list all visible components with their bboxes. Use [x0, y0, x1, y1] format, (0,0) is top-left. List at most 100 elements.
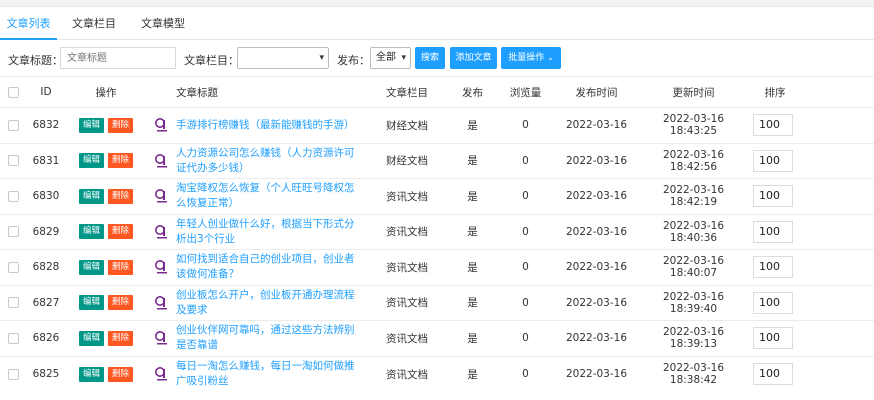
- title-search-input[interactable]: [60, 47, 176, 69]
- top-strip: [0, 0, 874, 7]
- table-row: 6826 编辑 删除 创业伙伴网可靠吗，通过这些方法辨别是否靠谱 资讯文档是 0 2022-…: [0, 320, 874, 356]
- row-id: 6825: [27, 355, 65, 392]
- edit-button[interactable]: 编辑: [78, 295, 104, 311]
- row-views: 0: [500, 249, 551, 285]
- row-views: 0: [500, 320, 551, 356]
- sort-input[interactable]: 100: [753, 149, 793, 172]
- edit-button[interactable]: 编辑: [78, 153, 104, 169]
- row-publish-time: 2022-03-16: [551, 178, 642, 214]
- sort-input[interactable]: 100: [753, 363, 793, 385]
- publish-select-value: 全部: [376, 52, 396, 63]
- column-select[interactable]: ▾: [237, 47, 329, 69]
- row-checkbox[interactable]: [0, 142, 27, 179]
- row-checkbox[interactable]: [0, 284, 27, 321]
- row-checkbox[interactable]: [0, 249, 27, 285]
- article-thumbnail-icon: [154, 330, 170, 346]
- tab-article-list[interactable]: 文章列表: [0, 8, 57, 40]
- row-column: 资讯文档: [369, 249, 445, 285]
- delete-button[interactable]: 删除: [108, 366, 134, 382]
- row-column: 财经文档: [369, 107, 445, 143]
- row-views: 0: [500, 142, 551, 179]
- delete-button[interactable]: 删除: [108, 330, 134, 346]
- table-row: 6828 编辑 删除 如何找到适合自己的创业项目，创业者该做何准备？ 资讯文档是 0 202…: [0, 249, 874, 285]
- edit-button[interactable]: 编辑: [78, 224, 104, 240]
- delete-button[interactable]: 删除: [108, 153, 134, 169]
- sort-input[interactable]: 100: [753, 114, 793, 137]
- header-title: 文章标题: [176, 76, 369, 108]
- row-update-time: 2022-03-16 18:42:56: [642, 142, 745, 179]
- article-title-link[interactable]: 如何找到适合自己的创业项目，创业者该做何准备？: [176, 249, 369, 285]
- edit-button[interactable]: 编辑: [78, 330, 104, 346]
- row-published: 是: [445, 355, 500, 392]
- article-thumbnail-icon: [154, 153, 170, 169]
- header-views: 浏览量: [500, 76, 551, 108]
- sort-input[interactable]: 100: [753, 327, 793, 350]
- edit-button[interactable]: 编辑: [78, 259, 104, 275]
- select-all-checkbox[interactable]: [0, 76, 27, 108]
- row-id: 6830: [27, 178, 65, 214]
- table-row: 6827 编辑 删除 创业板怎么开户，创业板开通办理流程及要求 资讯文档是 0 2022-0…: [0, 284, 874, 321]
- row-id: 6828: [27, 249, 65, 285]
- article-title-link[interactable]: 每日一淘怎么赚钱，每日一淘如何做推广吸引粉丝: [176, 355, 369, 392]
- sort-input[interactable]: 100: [753, 291, 793, 314]
- row-update-time: 2022-03-16 18:42:19: [642, 178, 745, 214]
- delete-button[interactable]: 删除: [108, 224, 134, 240]
- row-publish-time: 2022-03-16: [551, 142, 642, 179]
- add-article-button[interactable]: 添加文章: [450, 47, 497, 69]
- article-title-link[interactable]: 淘宝降权怎么恢复（个人旺旺号降权怎么恢复正常）: [176, 178, 369, 214]
- row-published: 是: [445, 178, 500, 214]
- row-column: 资讯文档: [369, 320, 445, 356]
- row-column: 资讯文档: [369, 213, 445, 250]
- publish-select[interactable]: 全部 ▾: [370, 47, 411, 69]
- delete-button[interactable]: 删除: [108, 117, 134, 133]
- search-button[interactable]: 搜索: [415, 47, 445, 69]
- article-title-link[interactable]: 人力资源公司怎么赚钱（人力资源许可证代办多少钱）: [176, 142, 369, 179]
- title-label: 文章标题：: [8, 54, 63, 67]
- row-id: 6827: [27, 284, 65, 321]
- article-thumbnail-icon: [154, 117, 170, 133]
- edit-button[interactable]: 编辑: [78, 188, 104, 204]
- row-update-time: 2022-03-16 18:39:13: [642, 320, 745, 356]
- article-title-link[interactable]: 年轻人创业做什么好，根据当下形式分析出3个行业: [176, 213, 369, 250]
- sort-input[interactable]: 100: [753, 256, 793, 279]
- article-title-link[interactable]: 创业板怎么开户，创业板开通办理流程及要求: [176, 284, 369, 321]
- publish-label: 发布：: [337, 54, 370, 67]
- row-checkbox[interactable]: [0, 178, 27, 214]
- batch-actions-label: 批量操作: [508, 53, 545, 63]
- sort-input[interactable]: 100: [753, 185, 793, 208]
- article-title-link[interactable]: 手游排行榜赚钱（最新能赚钱的手游）: [176, 107, 369, 143]
- sort-input[interactable]: 100: [753, 220, 793, 243]
- article-thumbnail-icon: [154, 366, 170, 382]
- row-checkbox[interactable]: [0, 320, 27, 356]
- row-update-time: 2022-03-16 18:43:25: [642, 107, 745, 143]
- row-id: 6826: [27, 320, 65, 356]
- row-checkbox[interactable]: [0, 355, 27, 392]
- row-views: 0: [500, 213, 551, 250]
- table-row: 6832 编辑 删除 手游排行榜赚钱（最新能赚钱的手游） 财经文档是 0 2022-03-1…: [0, 107, 874, 143]
- article-table: ID 操作 文章标题 文章栏目 发布 浏览量 发布时间 更新时间 排序 6832…: [0, 76, 874, 392]
- edit-button[interactable]: 编辑: [78, 366, 104, 382]
- row-checkbox[interactable]: [0, 107, 27, 143]
- chevron-down-icon: ▾: [319, 53, 324, 63]
- table-header-row: ID 操作 文章标题 文章栏目 发布 浏览量 发布时间 更新时间 排序: [0, 76, 874, 108]
- tab-article-column[interactable]: 文章栏目: [62, 8, 126, 40]
- row-publish-time: 2022-03-16: [551, 355, 642, 392]
- row-views: 0: [500, 355, 551, 392]
- column-label: 文章栏目：: [184, 54, 239, 67]
- table-row: 6829 编辑 删除 年轻人创业做什么好，根据当下形式分析出3个行业 资讯文档是 0 202…: [0, 213, 874, 250]
- row-update-time: 2022-03-16 18:38:42: [642, 355, 745, 392]
- article-thumbnail-icon: [154, 224, 170, 240]
- article-title-link[interactable]: 创业伙伴网可靠吗，通过这些方法辨别是否靠谱: [176, 320, 369, 356]
- row-publish-time: 2022-03-16: [551, 107, 642, 143]
- article-thumbnail-icon: [154, 188, 170, 204]
- chevron-down-icon: ▾: [401, 53, 406, 63]
- row-checkbox[interactable]: [0, 213, 27, 250]
- delete-button[interactable]: 删除: [108, 188, 134, 204]
- batch-actions-button[interactable]: 批量操作 ⌄: [501, 47, 561, 69]
- row-views: 0: [500, 284, 551, 321]
- tab-article-model[interactable]: 文章模型: [131, 8, 195, 40]
- edit-button[interactable]: 编辑: [78, 117, 104, 133]
- delete-button[interactable]: 删除: [108, 259, 134, 275]
- row-update-time: 2022-03-16 18:40:07: [642, 249, 745, 285]
- delete-button[interactable]: 删除: [108, 295, 134, 311]
